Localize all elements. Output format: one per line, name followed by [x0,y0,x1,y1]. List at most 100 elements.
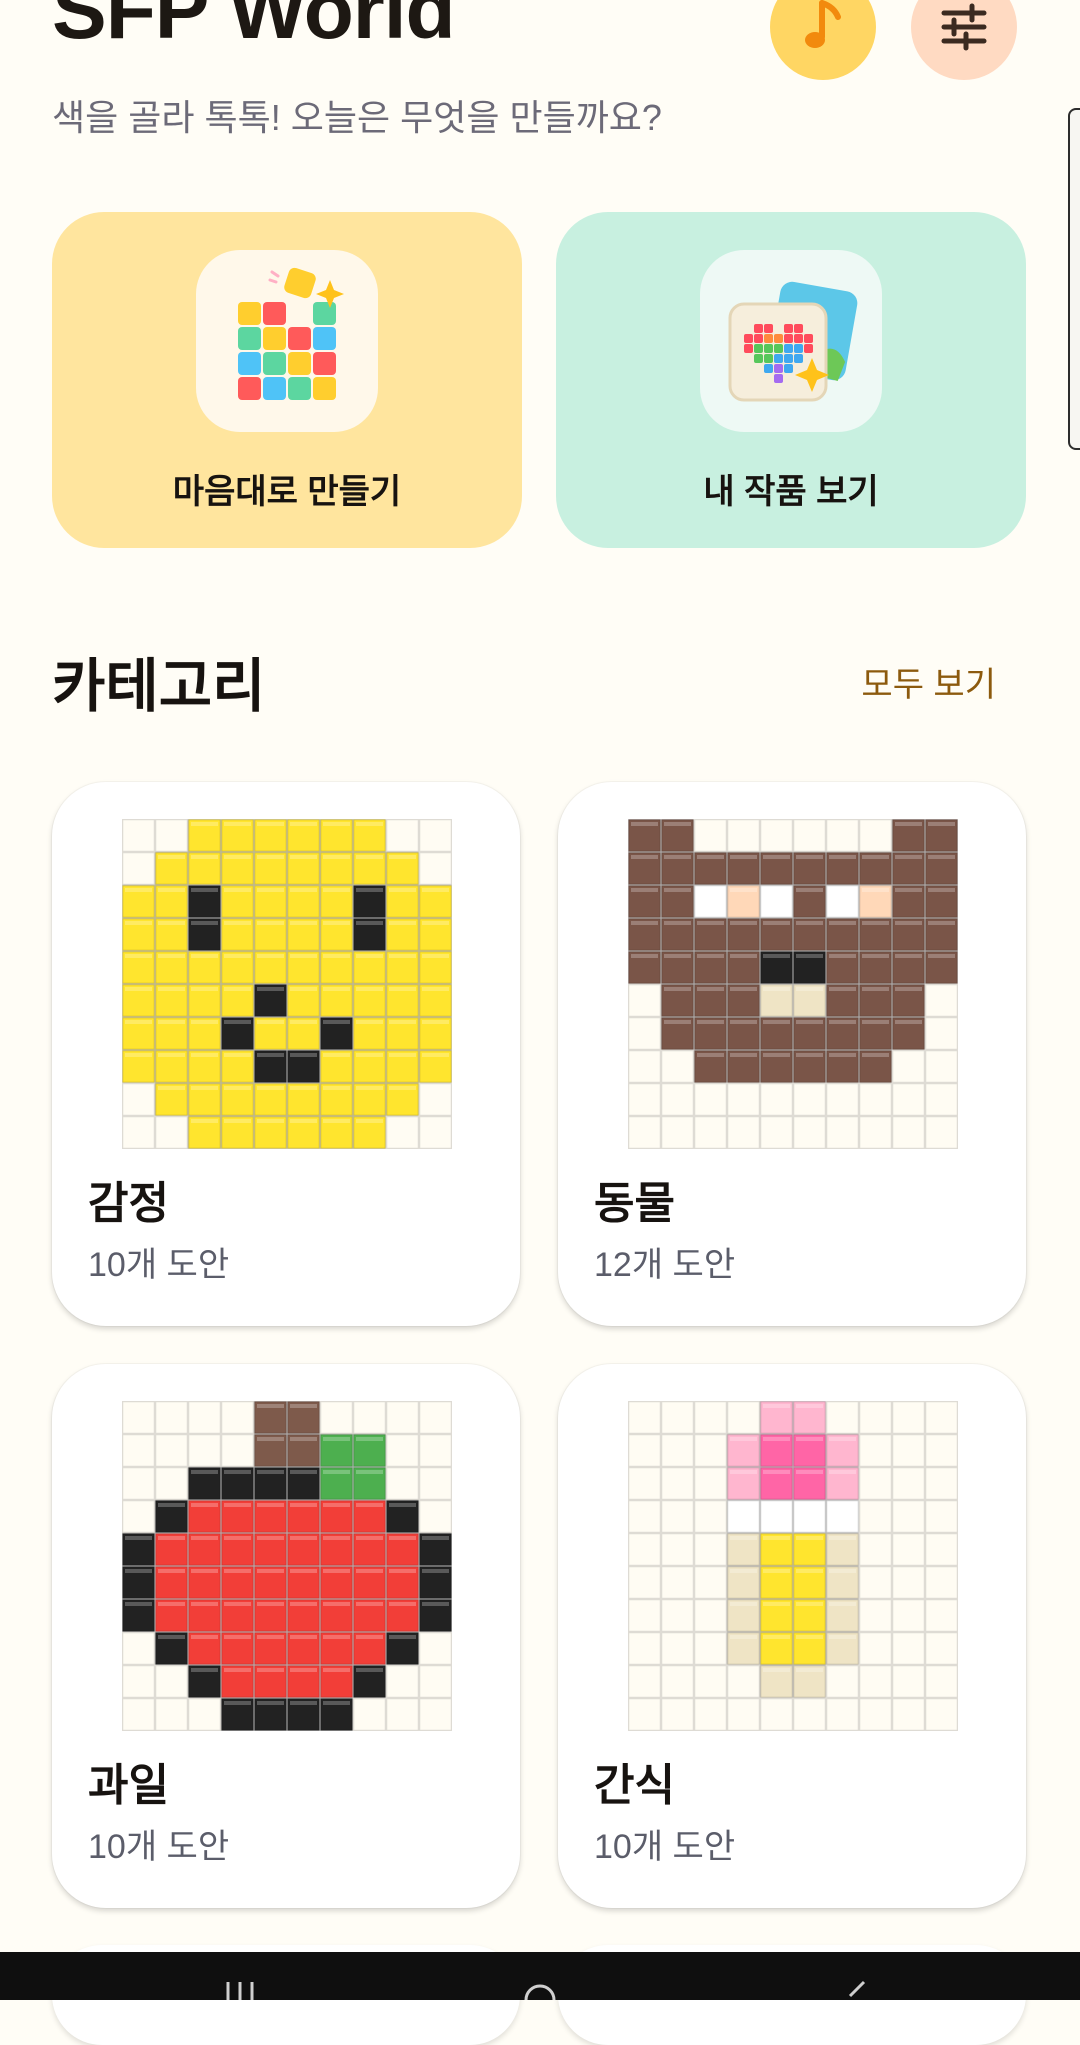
pixel-cell [825,1697,860,1731]
pixel-highlight [895,954,922,958]
pixel-highlight [829,1569,856,1573]
pixel-cell [154,1115,189,1149]
color-block [263,302,286,325]
heart-pixel [764,334,773,343]
pixel-highlight [928,855,955,859]
pixel-highlight [224,855,251,859]
pixel-highlight [125,1569,152,1573]
pixel-cell [154,1401,189,1435]
pixel-highlight [290,1503,317,1507]
pixel-highlight [796,921,823,925]
pixel-cell [660,1466,695,1501]
pixel-cell [924,1115,958,1149]
bear-pattern-preview [628,819,958,1149]
pixel-highlight [664,987,691,991]
pixel-cell [122,1401,156,1435]
pixel-cell [792,1115,827,1149]
pixel-highlight [356,888,383,892]
pixel-highlight [356,1053,383,1057]
pixel-highlight [796,1569,823,1573]
pixel-highlight [697,1053,724,1057]
pixel-highlight [356,822,383,826]
pixel-highlight [763,1437,790,1441]
pixel-highlight [389,1569,416,1573]
pixel-highlight [158,954,185,958]
pixel-cell [660,1697,695,1731]
heart-pixel [774,374,783,383]
pixel-highlight [257,1668,284,1672]
settings-button[interactable] [911,0,1017,80]
pixel-highlight [191,1053,218,1057]
pixel-highlight [664,1020,691,1024]
pixel-cell [418,1631,452,1666]
music-button[interactable] [770,0,876,80]
pixel-highlight [191,954,218,958]
pixel-cell [693,819,728,853]
pixel-highlight [389,888,416,892]
recent-apps-icon[interactable] [222,1978,258,2000]
category-count: 12개 도안 [594,1246,736,1284]
category-card-emotion[interactable]: 감정 10개 도안 [52,782,520,1326]
pixel-highlight [697,888,724,892]
pixel-cell [891,1082,926,1117]
pixel-highlight [356,1569,383,1573]
pixel-highlight [796,1404,823,1408]
pixel-cell [924,1016,958,1051]
pixel-highlight [224,921,251,925]
pixel-highlight [257,1053,284,1057]
heart-pixel [774,334,783,343]
pixel-highlight [796,1602,823,1606]
pixel-highlight [257,921,284,925]
back-icon[interactable] [840,1978,876,2000]
pixel-highlight [895,1020,922,1024]
pixel-highlight [290,1536,317,1540]
pixel-highlight [191,987,218,991]
pixel-highlight [796,987,823,991]
pixel-cell [418,1115,452,1149]
pixel-cell [924,1697,958,1731]
pixel-highlight [763,921,790,925]
pixel-highlight [664,855,691,859]
pixel-highlight [125,954,152,958]
pixel-highlight [290,1020,317,1024]
pixel-highlight [224,1635,251,1639]
pixel-highlight [763,1053,790,1057]
see-all-link[interactable]: 모두 보기 [861,668,996,702]
category-card-animal[interactable]: 동물 12개 도안 [558,782,1026,1326]
heart-pixel [764,354,773,363]
pixel-highlight [796,1503,823,1507]
category-card-snack[interactable]: 간식 10개 도안 [558,1364,1026,1908]
pixel-highlight [158,1569,185,1573]
pixel-highlight [356,1020,383,1024]
color-block [313,352,336,375]
home-icon[interactable] [522,1978,558,2000]
pixel-highlight [796,1053,823,1057]
pixel-highlight [323,1668,350,1672]
pixel-highlight [191,1569,218,1573]
color-block [288,327,311,350]
pixel-highlight [158,987,185,991]
pixel-highlight [323,1536,350,1540]
free-create-card[interactable]: 마음대로 만들기 [52,212,522,548]
pixel-highlight [763,1536,790,1540]
pixel-highlight [928,921,955,925]
pixel-cell [418,1466,452,1501]
pixel-highlight [356,1470,383,1474]
pixel-cell [891,1565,926,1600]
pixel-highlight [389,1602,416,1606]
scroll-indicator[interactable] [1068,108,1080,450]
pixel-cell [660,1082,695,1117]
pixel-highlight [389,1635,416,1639]
pixel-cell [352,1697,387,1731]
pixel-cell [122,1466,156,1501]
pixel-cell [418,1499,452,1534]
pixel-cell [187,1401,222,1435]
my-works-card[interactable]: 내 작품 보기 [556,212,1026,548]
pixel-highlight [323,1086,350,1090]
pixel-cell [858,1401,893,1435]
pixel-highlight [730,888,757,892]
category-card-fruit[interactable]: 과일 10개 도안 [52,1364,520,1908]
pixel-highlight [829,1602,856,1606]
pixel-cell [825,1664,860,1699]
pixel-highlight [631,888,658,892]
